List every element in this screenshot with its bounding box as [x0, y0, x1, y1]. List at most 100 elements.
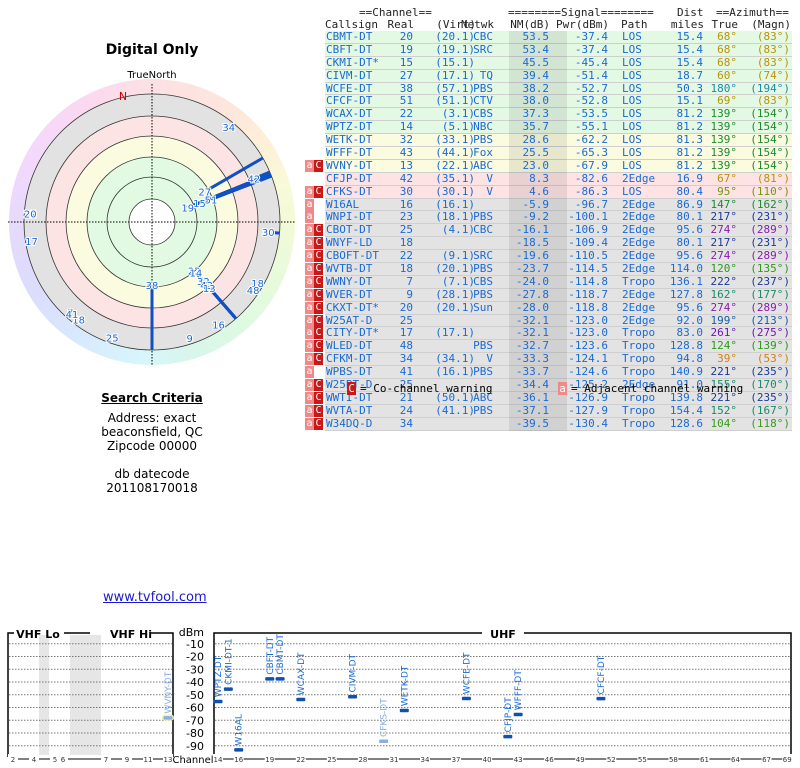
y-tick-label: -20 [186, 651, 204, 664]
cell-dist: 95.6 [676, 249, 704, 263]
cell-real: 22 [399, 107, 413, 121]
warning-badge: aC [305, 404, 323, 417]
adjacent-warning: a [305, 379, 314, 392]
cell-dist: 140.9 [669, 365, 703, 379]
cell-net: PBS [473, 133, 493, 147]
cell-dist: 95.6 [676, 300, 704, 314]
cell-magn: (53°) [756, 352, 790, 366]
adjacent-warning: a [305, 340, 314, 353]
cell-magn: (289°) [750, 300, 790, 314]
cell-call: WETK-DT [326, 133, 373, 147]
warning-badge: aC [305, 417, 323, 430]
cell-true: 68° [717, 30, 737, 43]
cell-true: 152° [710, 403, 738, 417]
adjacent-warning: a [305, 185, 314, 198]
cell-nm: -16.1 [515, 223, 549, 237]
x-tick-label: 52 [607, 756, 616, 764]
cell-dist: 80.1 [676, 236, 704, 250]
station-channel-label: 9 [187, 334, 193, 345]
cell-magn: (170°) [750, 378, 790, 392]
co-channel-glyph: C [347, 382, 356, 395]
zipcode: Zipcode 00000 [106, 439, 198, 453]
cell-real: 41 [399, 365, 413, 379]
x-tick-label: 31 [389, 756, 398, 764]
co-channel-warning: C [314, 379, 323, 392]
cell-net: V [486, 171, 493, 185]
cell-nm: 45.5 [522, 55, 550, 69]
adjacent-warning: a [305, 417, 314, 430]
co-channel-warning: C [314, 275, 323, 288]
cell-net: V [486, 184, 493, 198]
tvfool-link[interactable]: www.tvfool.com [103, 590, 207, 605]
cell-real: 9 [406, 287, 413, 301]
cell-dist: 81.2 [676, 146, 704, 160]
x-tick-label: 6 [61, 756, 66, 764]
cell-virt: (57.1) [435, 81, 475, 95]
address-type: Address: exact [107, 411, 197, 425]
warning-badge: aC [305, 224, 323, 237]
cell-net: SRC [473, 42, 493, 56]
cell-magn: (74°) [756, 68, 790, 82]
co-channel-legend: = Co-channel warning [360, 382, 493, 395]
cell-real: 20 [399, 300, 413, 314]
cell-nm: 35.7 [522, 120, 550, 134]
cell-dist: 92.0 [676, 313, 704, 327]
cell-virt: (18.1) [435, 210, 475, 224]
search-criteria: Search Criteria Address: exact beaconsfi… [0, 391, 304, 495]
table-row[interactable]: a C W34DQ-D 34 -39.5 -130.4 Tropo 128.6 104° (118… [305, 416, 792, 431]
adjacent-warning: a [305, 198, 314, 211]
uhf-label: UHF [490, 628, 516, 641]
cell-magn: (154°) [750, 120, 790, 134]
station-marker [503, 734, 513, 739]
cell-real: 20 [399, 30, 413, 43]
cell-dist: 15.1 [676, 94, 704, 108]
cell-nm: -37.1 [515, 403, 549, 417]
cell-magn: (235°) [750, 390, 790, 404]
cell-nm: 38.2 [522, 81, 550, 95]
cell-path: LOS [622, 107, 642, 121]
cell-net: Fox [473, 146, 493, 160]
cell-nm: 4.6 [529, 184, 549, 198]
x-tick-label: 22 [296, 756, 305, 764]
cell-call: W16AL [326, 197, 360, 211]
cell-true: 67° [717, 171, 737, 185]
cell-nm: -39.5 [515, 416, 549, 430]
cell-call: WLED-DT [326, 339, 373, 353]
cell-magn: (154°) [750, 133, 790, 147]
station-label: CIVM-DT [349, 653, 359, 692]
station-marker [275, 677, 285, 681]
adjacent-warning: a [305, 237, 314, 250]
warning-badge: aC [305, 314, 323, 327]
cell-pwr: -110.5 [568, 249, 608, 263]
cell-real: 34 [399, 352, 413, 366]
x-tick-label: 16 [234, 756, 243, 764]
cell-nm: -28.0 [515, 300, 549, 314]
x-tick-label: 28 [358, 756, 367, 764]
station-channel-label: 25 [106, 333, 119, 344]
warning-badge: aC [305, 379, 323, 392]
co-channel-warning: C [314, 288, 323, 301]
cell-true: 180° [710, 81, 738, 95]
cell-real: 14 [399, 120, 413, 134]
cell-call: WPBS-DT [326, 365, 373, 379]
cell-true: 139° [710, 120, 738, 134]
cell-magn: (83°) [756, 42, 790, 56]
cell-path: LOS [622, 133, 642, 147]
adjacent-warning: a [305, 263, 314, 276]
cell-path: 2Edge [622, 210, 656, 224]
cell-call: CFCF-DT [326, 94, 373, 108]
cell-call: CBMT-DT [326, 30, 373, 43]
cell-net: PBS [473, 262, 493, 276]
cell-dist: 80.4 [676, 184, 704, 198]
cell-true: 60° [717, 68, 737, 82]
cell-magn: (154°) [750, 158, 790, 172]
cell-dist: 18.7 [676, 68, 704, 82]
y-tick-label: -90 [186, 740, 204, 753]
cell-true: 274° [710, 249, 738, 263]
radar-plot: TrueNorth N 20 19 15 27 38 51 22 14 32 43 13 42 30 16 23… [0, 60, 304, 370]
cell-magn: (289°) [750, 223, 790, 237]
cell-real: 25 [399, 313, 413, 327]
cell-virt: (4.1) [441, 223, 475, 237]
y-tick-label: -60 [186, 702, 204, 715]
warning-badge: a [305, 366, 314, 379]
